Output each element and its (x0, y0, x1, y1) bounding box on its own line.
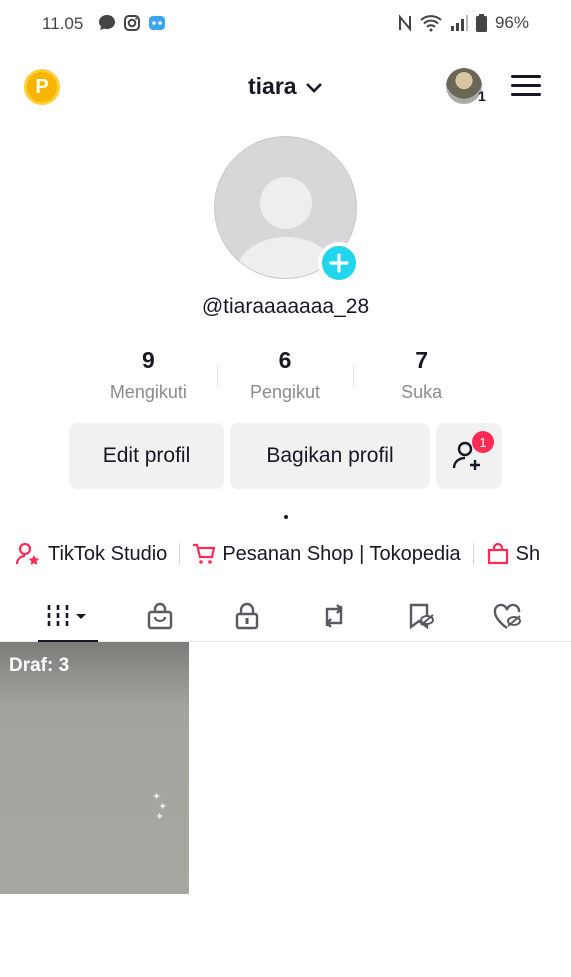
tab-videos[interactable] (20, 590, 116, 643)
edit-profile-button[interactable]: Edit profil (69, 423, 224, 489)
stat-label: Pengikut (249, 382, 321, 402)
link-label: Pesanan Shop | Tokopedia (222, 542, 461, 565)
link-label: Sh (515, 542, 541, 565)
wifi-icon (420, 15, 442, 32)
videos-grid-icon (47, 605, 86, 627)
shop-bag-icon (147, 602, 172, 630)
link-divider (179, 543, 181, 565)
add-photo-button[interactable] (318, 242, 360, 284)
lock-icon (235, 602, 258, 630)
stat-label: Suka (401, 382, 443, 402)
stat-likes[interactable]: 7 Suka (353, 347, 490, 407)
cart-icon (193, 543, 216, 564)
chat-bubble-icon (99, 15, 115, 30)
battery-icon (475, 14, 487, 32)
app-icon (149, 16, 165, 30)
battery-percent: 96% (494, 13, 529, 32)
tab-saved[interactable] (377, 590, 464, 642)
friend-request-badge: 1 (472, 431, 494, 453)
drafts-tile[interactable]: Draf: 3 ✦ ✦ ✦ (0, 642, 189, 894)
signal-icon (450, 15, 468, 31)
menu-icon[interactable] (511, 75, 541, 99)
status-time: 11.05 (42, 14, 84, 33)
content-tabs (0, 590, 571, 643)
saved-hidden-icon (409, 603, 434, 630)
add-friends-button[interactable]: 1 (436, 423, 502, 489)
tab-reposts[interactable] (290, 590, 377, 642)
profile-stats: 9 Mengikuti 6 Pengikut 7 Suka (80, 347, 490, 407)
stat-value: 7 (415, 347, 429, 373)
account-avatar[interactable] (446, 68, 482, 104)
share-profile-button[interactable]: Bagikan profil (230, 423, 430, 489)
plus-icon (329, 253, 349, 273)
stat-label: Mengikuti (109, 382, 187, 402)
status-bar: 11.05 96% (0, 0, 571, 48)
link-shop[interactable]: Sh (486, 542, 540, 566)
creator-icon (16, 542, 40, 565)
tab-private[interactable] (203, 590, 290, 642)
stat-value: 6 (278, 347, 292, 373)
repost-icon (324, 604, 343, 628)
stat-followers[interactable]: 6 Pengikut (216, 347, 354, 407)
status-notification-icons (97, 13, 167, 33)
account-username: tiara (248, 73, 297, 99)
drafts-label: Draf: 3 (9, 655, 70, 676)
shop-bag-icon (487, 542, 508, 565)
profile-handle: @tiaraaaaaaa_28 (201, 295, 370, 318)
link-label: TikTok Studio (48, 542, 168, 565)
liked-hidden-icon (493, 603, 521, 629)
tab-shop[interactable] (116, 590, 203, 642)
link-divider (472, 543, 474, 565)
account-count-badge: 1 (478, 88, 486, 104)
stat-value: 9 (141, 347, 155, 373)
chevron-down-icon (306, 83, 322, 93)
nfc-icon (398, 14, 411, 32)
tab-liked[interactable] (464, 590, 551, 642)
stat-following[interactable]: 9 Mengikuti (80, 347, 217, 407)
bio-text (284, 515, 288, 519)
sparkle-icon: ✦ ✦ ✦ (152, 791, 168, 823)
link-shop-orders[interactable]: Pesanan Shop | Tokopedia (192, 542, 461, 566)
instagram-icon (124, 15, 140, 31)
quick-links: TikTok Studio Pesanan Shop | Tokopedia S… (16, 540, 540, 568)
link-tiktok-studio[interactable]: TikTok Studio (16, 542, 167, 566)
status-right: 96% (398, 13, 529, 33)
